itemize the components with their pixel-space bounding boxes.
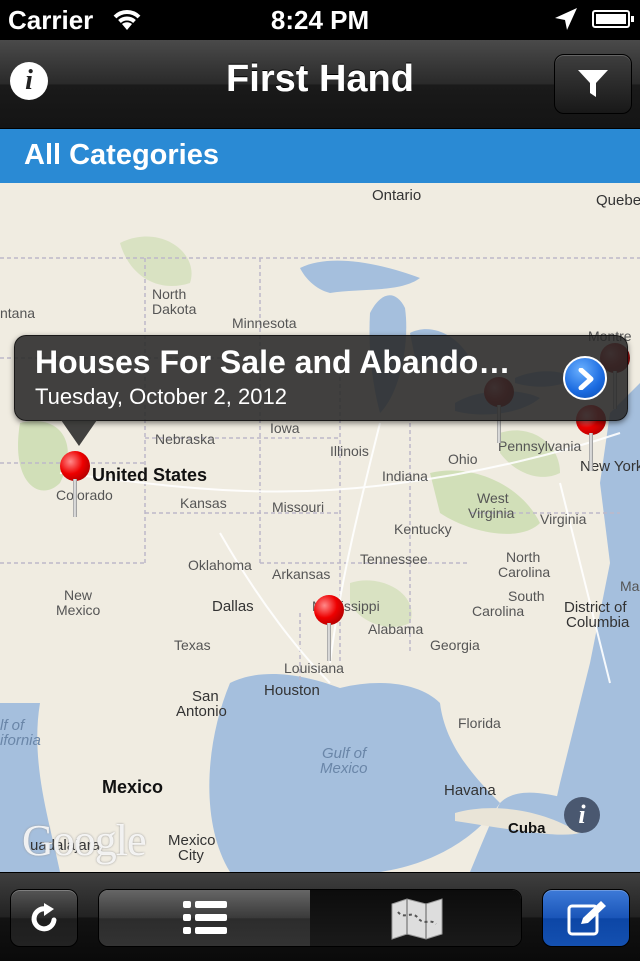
- map-label-illinois: Illinois: [330, 443, 369, 459]
- map-label-alabama: Alabama: [368, 621, 424, 637]
- map-label-south-carolina-1: South: [508, 588, 545, 604]
- status-time: 8:24 PM: [270, 5, 370, 35]
- map-callout[interactable]: Houses For Sale and Abando… Tuesday, Oct…: [14, 335, 628, 446]
- map-label-georgia: Georgia: [430, 637, 480, 653]
- map-label-iowa: Iowa: [270, 420, 300, 436]
- map-label-quebec: Quebe: [596, 192, 640, 209]
- callout-date: Tuesday, October 2, 2012: [35, 384, 287, 409]
- map-label-united-states: United States: [92, 465, 208, 485]
- navigation-bar: i First Hand: [0, 40, 640, 129]
- map-label-new-mexico-1: New: [64, 587, 93, 603]
- map-label-minnesota: Minnesota: [232, 315, 297, 331]
- map-label-north-dakota-1: North: [152, 286, 187, 302]
- map-pin-colorado[interactable]: [60, 451, 92, 521]
- map-label-montana: ntana: [0, 305, 36, 321]
- map-label-arkansas: Arkansas: [272, 566, 331, 582]
- battery-icon: [592, 10, 634, 28]
- chevron-right-icon: [578, 368, 594, 390]
- map-label-mexico-city-2: City: [178, 847, 204, 864]
- map-label-gulf-2: Mexico: [320, 760, 368, 777]
- map-label-tennessee: Tennessee: [360, 551, 428, 567]
- location-arrow-icon: [553, 6, 579, 39]
- map-info-icon[interactable]: i: [564, 797, 600, 833]
- list-view-segment[interactable]: [99, 890, 310, 946]
- filter-button[interactable]: [554, 54, 632, 114]
- map-label-dc-2: Columbia: [566, 614, 630, 631]
- map-label-san-antonio-2: Antonio: [176, 703, 227, 720]
- status-bar: Carrier 8:24 PM: [0, 0, 640, 40]
- category-label: All Categories: [24, 139, 219, 171]
- map-label-north-carolina-1: North: [506, 549, 541, 565]
- map-label-indiana: Indiana: [382, 468, 428, 484]
- map-label-dallas: Dallas: [212, 598, 254, 615]
- map-label-florida: Florida: [458, 715, 501, 731]
- page-title: First Hand: [226, 58, 414, 100]
- map-label-west-virginia-2: Virginia: [468, 505, 515, 521]
- map-view[interactable]: Ontario Quebe ntana North Dakota Minneso…: [0, 183, 640, 872]
- map-label-west-virginia-1: West: [477, 490, 509, 506]
- map-label-north-dakota-2: Dakota: [152, 301, 197, 317]
- map-label-mexico: Mexico: [102, 777, 164, 797]
- view-mode-segmented-control[interactable]: [98, 889, 522, 947]
- map-label-missouri: Missouri: [272, 499, 325, 515]
- map-pin-mississippi[interactable]: [314, 595, 346, 665]
- map-label-south-carolina-2: Carolina: [472, 603, 525, 619]
- map-label-new-mexico-2: Mexico: [56, 602, 101, 618]
- map-label-ohio: Ohio: [448, 451, 478, 467]
- refresh-icon: [31, 903, 57, 932]
- filter-funnel-icon: [578, 70, 608, 97]
- map-label-nebraska: Nebraska: [155, 431, 215, 447]
- map-icon: [391, 898, 443, 940]
- category-bar[interactable]: All Categories: [0, 129, 640, 183]
- map-label-gulf-ca-2: ifornia: [0, 732, 41, 749]
- map-label-kentucky: Kentucky: [394, 521, 452, 537]
- map-label-texas: Texas: [174, 637, 211, 653]
- list-icon: [183, 901, 227, 934]
- map-label-houston: Houston: [264, 682, 320, 699]
- refresh-button[interactable]: [10, 889, 78, 947]
- map-label-north-carolina-2: Carolina: [498, 564, 551, 580]
- map-label-virginia: Virginia: [540, 511, 587, 527]
- disclosure-button[interactable]: [563, 356, 607, 400]
- callout-title: Houses For Sale and Abando…: [35, 344, 511, 380]
- map-label-ma: Ma: [620, 578, 640, 594]
- map-label-havana: Havana: [444, 782, 496, 799]
- bottom-toolbar: [0, 872, 640, 961]
- map-label-kansas: Kansas: [180, 495, 227, 511]
- map-view-segment[interactable]: [310, 890, 521, 946]
- google-logo: Google: [22, 816, 147, 865]
- map-label-oklahoma: Oklahoma: [188, 557, 252, 573]
- map-label-cuba: Cuba: [508, 820, 546, 837]
- compose-button[interactable]: [542, 889, 630, 947]
- compose-icon: [567, 901, 606, 936]
- map-label-ontario: Ontario: [372, 187, 422, 204]
